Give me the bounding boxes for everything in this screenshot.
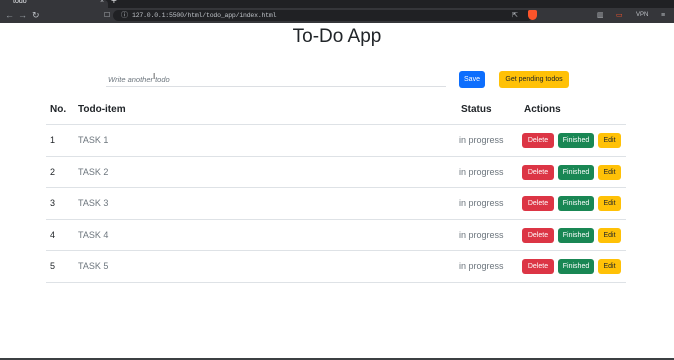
vpn-button[interactable]: VPN (636, 10, 648, 21)
wallet-icon[interactable]: ▭ (616, 10, 623, 21)
back-icon[interactable]: ← (5, 9, 14, 22)
row-divider (46, 187, 626, 188)
delete-button[interactable]: Delete (522, 228, 554, 243)
status-text: in progress (459, 261, 504, 271)
browser-tab[interactable]: todo × (0, 0, 108, 8)
row-number: 3 (50, 198, 56, 208)
status-text: in progress (459, 230, 504, 240)
delete-button[interactable]: Delete (522, 133, 554, 148)
finished-button[interactable]: Finished (558, 196, 594, 211)
status-text: in progress (459, 167, 504, 177)
header-divider (46, 124, 626, 125)
edit-button[interactable]: Edit (598, 165, 621, 180)
edit-button[interactable]: Edit (598, 133, 621, 148)
sidebar-icon[interactable]: ▥ (597, 10, 604, 21)
edit-button[interactable]: Edit (598, 196, 621, 211)
delete-button[interactable]: Delete (522, 196, 554, 211)
row-divider (46, 282, 626, 283)
todo-item-text: TASK 2 (78, 167, 109, 177)
row-number: 2 (50, 167, 56, 177)
browser-tab-bar: todo × + (0, 0, 674, 8)
status-text: in progress (459, 198, 504, 208)
finished-button[interactable]: Finished (558, 133, 594, 148)
bookmark-icon[interactable]: ☐ (104, 10, 110, 21)
forward-icon[interactable]: → (18, 9, 27, 22)
todo-input[interactable] (106, 72, 446, 87)
header-actions: Actions (524, 104, 561, 115)
edit-button[interactable]: Edit (598, 228, 621, 243)
header-status: Status (461, 104, 492, 115)
row-divider (46, 250, 626, 251)
row-number: 5 (50, 261, 56, 271)
row-number: 1 (50, 135, 56, 145)
save-button[interactable]: Save (459, 71, 485, 88)
share-icon[interactable]: ⇱ (512, 10, 518, 21)
tab-title: todo (13, 0, 27, 5)
header-no: No. (50, 104, 67, 115)
address-url[interactable]: 127.0.0.1:5500/html/todo_app/index.html (132, 10, 277, 21)
site-info-icon[interactable]: ⓘ (121, 10, 128, 21)
delete-button[interactable]: Delete (522, 165, 554, 180)
get-pending-todos-button[interactable]: Get pending todos (499, 71, 569, 88)
finished-button[interactable]: Finished (558, 165, 594, 180)
row-divider (46, 156, 626, 157)
page-title: To-Do App (292, 26, 382, 47)
finished-button[interactable]: Finished (558, 259, 594, 274)
todo-item-text: TASK 1 (78, 135, 109, 145)
menu-icon[interactable]: ≡ (661, 10, 665, 21)
todo-item-text: TASK 4 (78, 230, 109, 240)
row-number: 4 (50, 230, 56, 240)
finished-button[interactable]: Finished (558, 228, 594, 243)
status-text: in progress (459, 135, 504, 145)
todo-item-text: TASK 5 (78, 261, 109, 271)
edit-button[interactable]: Edit (598, 259, 621, 274)
todo-item-text: TASK 3 (78, 198, 109, 208)
delete-button[interactable]: Delete (522, 259, 554, 274)
text-cursor-icon: I (153, 72, 156, 81)
brave-shield-icon[interactable] (528, 10, 537, 20)
row-divider (46, 219, 626, 220)
tab-close-icon[interactable]: × (100, 0, 104, 7)
header-todo-item: Todo-item (78, 104, 126, 115)
reload-icon[interactable]: ↻ (32, 9, 40, 22)
new-tab-icon[interactable]: + (111, 0, 117, 8)
